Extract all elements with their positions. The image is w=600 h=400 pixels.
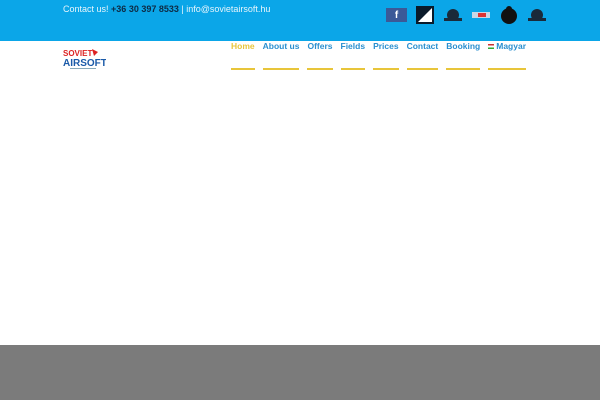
svg-text:SOVIET: SOVIET — [63, 49, 92, 58]
language-label: Magyar — [496, 41, 526, 51]
partner-logo-3-icon[interactable] — [471, 6, 491, 24]
nav-prices[interactable]: Prices — [373, 40, 399, 70]
nav-contact[interactable]: Contact — [406, 40, 439, 70]
phone-link[interactable]: +36 30 397 8533 — [111, 4, 179, 14]
social-icons: f — [386, 6, 547, 24]
partner-logo-4-icon[interactable] — [499, 6, 519, 24]
nav-about-us[interactable]: About us — [262, 40, 300, 70]
contact-label: Contact us! — [63, 4, 109, 14]
nav-offers[interactable]: Offers — [307, 40, 333, 70]
footer — [0, 345, 600, 400]
partner-logo-5-icon[interactable] — [527, 6, 547, 24]
partner-logo-2-icon[interactable] — [443, 6, 463, 24]
partner-logo-1-icon[interactable] — [415, 6, 435, 24]
email-link[interactable]: info@sovietairsoft.hu — [186, 4, 270, 14]
separator: | — [181, 4, 184, 14]
top-bar: Contact us! +36 30 397 8533 | info@sovie… — [0, 0, 600, 41]
nav-language-magyar[interactable]: Magyar — [488, 40, 526, 70]
nav-booking[interactable]: Booking — [446, 40, 481, 70]
hungary-flag-icon — [488, 44, 495, 49]
svg-text:AIRSOFT: AIRSOFT — [63, 58, 106, 69]
site-logo[interactable]: SOVIET AIRSOFT — [62, 47, 107, 71]
main-nav: Home About us Offers Fields Prices Conta… — [231, 40, 526, 70]
facebook-icon[interactable]: f — [386, 8, 407, 22]
nav-home[interactable]: Home — [231, 40, 255, 70]
contact-info: Contact us! +36 30 397 8533 | info@sovie… — [63, 4, 270, 14]
nav-fields[interactable]: Fields — [340, 40, 366, 70]
